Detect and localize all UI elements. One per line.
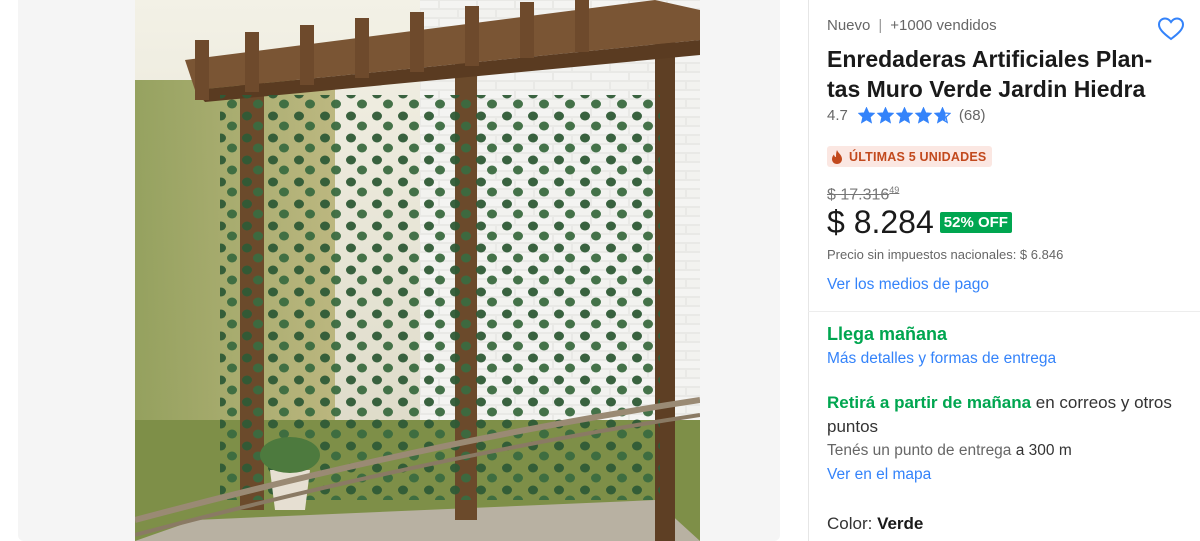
pickup-distance: a 300 m: [1015, 442, 1072, 459]
arrival-text: Llega mañana: [827, 324, 948, 344]
separator: |: [878, 17, 883, 34]
rating-stars: [857, 107, 951, 124]
star-icon: [933, 107, 951, 124]
discount-badge: 52% OFF: [939, 212, 1012, 233]
rating-value: 4.7: [827, 107, 848, 124]
product-subtitle: Nuevo | +1000 vendidos: [827, 17, 997, 34]
stock-badge-text: ÚLTIMAS 5 UNIDADES: [849, 149, 987, 164]
pickup-info: Retirá a partir de mañana en correos y o…: [827, 391, 1187, 439]
pickup-point-text: Tenés un punto de entrega: [827, 442, 1016, 459]
star-icon: [876, 107, 894, 124]
original-price-amount: $ 17.316: [827, 186, 890, 204]
product-photo[interactable]: [135, 0, 700, 541]
favorite-button[interactable]: [1157, 15, 1185, 43]
original-price-cents: 49: [889, 185, 900, 195]
star-icon: [895, 107, 913, 124]
shipping-details-link[interactable]: Más detalles y formas de entrega: [827, 350, 1056, 368]
condition-label: Nuevo: [827, 17, 871, 34]
map-link[interactable]: Ver en el mapa: [827, 466, 931, 484]
star-icon: [857, 107, 875, 124]
original-price: $ 17.31649: [827, 185, 899, 204]
price-amount: $ 8.284: [827, 204, 934, 240]
star-icon: [914, 107, 932, 124]
rating-summary[interactable]: 4.7 (68): [827, 107, 986, 124]
column-divider: [808, 0, 809, 541]
color-label: Color:: [827, 514, 878, 533]
color-selector-label: Color: Verde: [827, 514, 923, 534]
review-count[interactable]: (68): [959, 107, 986, 124]
tax-note: Precio sin impuestos nacionales: $ 6.846: [827, 247, 1064, 262]
pickup-point: Tenés un punto de entrega a 300 m: [827, 442, 1072, 460]
pickup-highlight: Retirá a partir de mañana: [827, 393, 1032, 412]
flame-icon: [832, 149, 842, 164]
image-gallery: [18, 0, 780, 541]
payment-methods-link[interactable]: Ver los medios de pago: [827, 276, 989, 294]
stock-badge: ÚLTIMAS 5 UNIDADES: [827, 146, 993, 167]
product-title: Enredaderas Artificiales Plan-tas Muro V…: [827, 46, 1153, 102]
sold-count: +1000 vendidos: [890, 17, 997, 34]
current-price: $ 8.284 52% OFF: [827, 204, 1012, 241]
section-divider: [808, 311, 1200, 312]
heart-icon: [1157, 17, 1185, 41]
product-info-panel: Nuevo | +1000 vendidos Enredaderas Artific…: [808, 0, 1200, 541]
color-value: Verde: [877, 514, 924, 533]
pergola-ivy-image: [135, 0, 700, 541]
